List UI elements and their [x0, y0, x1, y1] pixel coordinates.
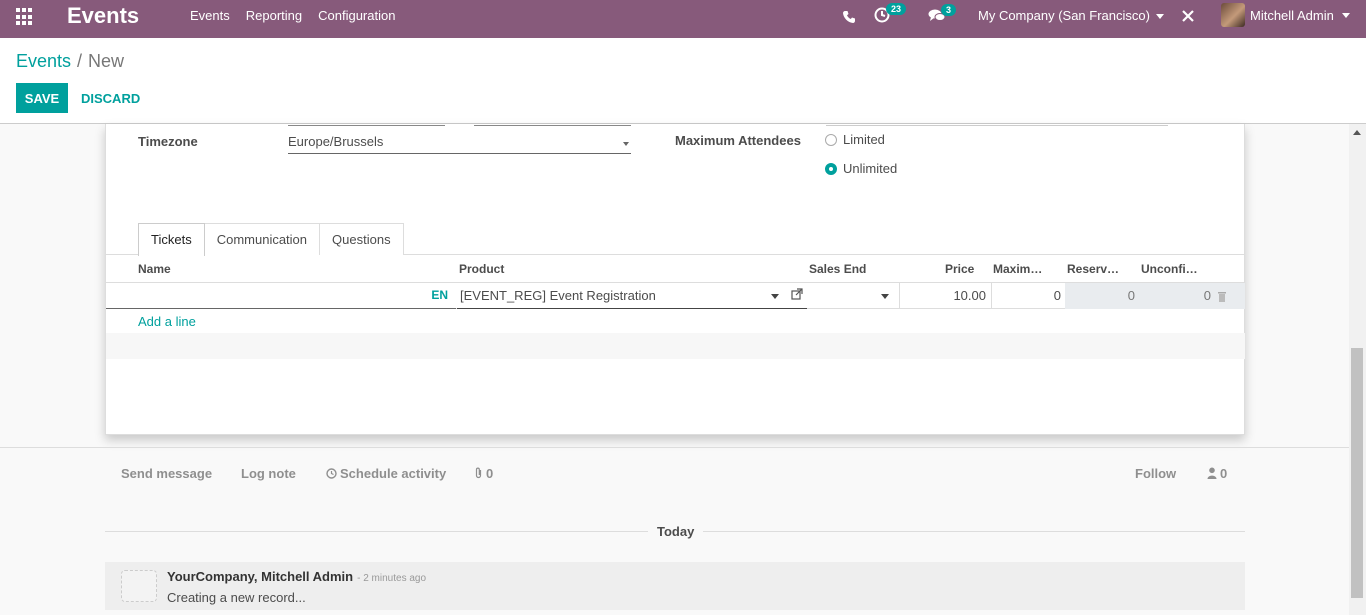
save-button[interactable]: SAVE [16, 83, 68, 113]
company-name: My Company (San Francisco) [978, 8, 1150, 23]
followers-button[interactable]: 0 [1207, 466, 1227, 482]
product-cell[interactable]: [EVENT_REG] Event Registration [457, 283, 807, 309]
timezone-select[interactable]: Europe/Brussels [288, 130, 631, 154]
attachments-button[interactable]: 0 [474, 466, 493, 482]
breadcrumb-events[interactable]: Events [16, 51, 71, 71]
follow-button[interactable]: Follow [1135, 466, 1176, 481]
schedule-activity-label: Schedule activity [340, 466, 447, 481]
message-author[interactable]: YourCompany, Mitchell Admin [167, 569, 353, 584]
scrollbar-thumb[interactable] [1351, 348, 1363, 598]
app-title[interactable]: Events [67, 3, 139, 29]
radio-limited[interactable]: Limited [825, 132, 885, 147]
chatter-divider [0, 447, 1366, 448]
col-unconfirmed[interactable]: Unconfi… [1141, 262, 1198, 276]
date-end-field[interactable] [474, 124, 631, 126]
message-body: Creating a new record... [167, 590, 306, 605]
maximum-cell[interactable]: 0 [991, 283, 1065, 309]
unconfirmed-value: 0 [1203, 288, 1211, 303]
add-line-link[interactable]: Add a line [138, 314, 196, 329]
attachments-count: 0 [486, 466, 494, 481]
scroll-up-arrow-icon[interactable] [1353, 130, 1361, 135]
chevron-down-icon[interactable] [881, 294, 889, 299]
date-divider-left [105, 531, 648, 532]
chatter-message: YourCompany, Mitchell Admin - 2 minutes a… [105, 562, 1245, 610]
unconfirmed-cell: 0 [1139, 283, 1245, 309]
author-avatar[interactable] [121, 570, 157, 602]
message-header: YourCompany, Mitchell Admin - 2 minutes a… [167, 569, 426, 584]
message-date: - 2 minutes ago [357, 573, 427, 584]
scrollbar[interactable] [1349, 124, 1366, 615]
apps-menu-icon[interactable] [16, 8, 34, 26]
user-icon [1207, 467, 1217, 482]
timezone-value: Europe/Brussels [288, 134, 384, 149]
date-divider-right [703, 531, 1245, 532]
price-value: 10.00 [953, 288, 986, 303]
breadcrumb-current: New [88, 51, 125, 71]
schedule-activity-button[interactable]: Schedule activity [326, 466, 446, 482]
paperclip-icon [474, 467, 483, 482]
user-menu[interactable]: Mitchell Admin [1221, 3, 1350, 27]
discard-button[interactable]: DISCARD [76, 83, 145, 113]
user-avatar [1221, 3, 1245, 27]
col-maximum[interactable]: Maxim… [993, 262, 1042, 276]
menu-configuration[interactable]: Configuration [318, 8, 395, 23]
phone-icon[interactable] [842, 10, 856, 24]
message-count-badge: 3 [940, 4, 956, 16]
radio-limited-label: Limited [843, 132, 885, 147]
send-message-button[interactable]: Send message [121, 466, 212, 481]
table-row[interactable]: EN [EVENT_REG] Event Registration 10.00 … [106, 283, 1245, 309]
notebook-tabs: Tickets Communication Questions [138, 223, 404, 256]
radio-circle-checked [825, 162, 837, 175]
log-note-button[interactable]: Log note [241, 466, 296, 481]
clock-icon [326, 467, 337, 482]
date-begin-field[interactable] [288, 124, 445, 126]
chevron-down-icon [623, 142, 629, 146]
sales-end-cell[interactable] [809, 283, 897, 309]
menu-reporting[interactable]: Reporting [246, 8, 302, 23]
radio-circle [825, 133, 837, 146]
radio-unlimited[interactable]: Unlimited [825, 161, 897, 176]
name-cell[interactable]: EN [106, 283, 456, 309]
debug-tools-icon[interactable] [1181, 9, 1195, 23]
form-sheet: Timezone Europe/Brussels Maximum Attende… [105, 124, 1245, 435]
company-switcher[interactable]: My Company (San Francisco) [978, 8, 1164, 23]
breadcrumb-separator: / [77, 51, 83, 71]
main-menu: Events Reporting Configuration [190, 8, 411, 23]
date-separator: Today [657, 524, 695, 539]
external-link-icon[interactable] [791, 288, 803, 303]
max-attendees-label: Maximum Attendees [675, 133, 801, 148]
tab-questions[interactable]: Questions [319, 223, 404, 255]
breadcrumb: Events / New [16, 51, 124, 72]
price-cell[interactable]: 10.00 [899, 283, 991, 309]
col-name[interactable]: Name [138, 262, 171, 276]
col-price[interactable]: Price [945, 262, 974, 276]
col-product[interactable]: Product [459, 262, 504, 276]
user-name: Mitchell Admin [1250, 7, 1334, 23]
chevron-down-icon [1341, 12, 1350, 18]
activity-count-badge: 23 [885, 3, 906, 15]
tab-tickets[interactable]: Tickets [138, 223, 205, 256]
radio-unlimited-label: Unlimited [843, 161, 898, 176]
product-value: [EVENT_REG] Event Registration [460, 288, 656, 303]
chevron-down-icon[interactable] [771, 294, 779, 299]
reserved-value: 0 [1127, 288, 1135, 303]
tab-communication[interactable]: Communication [203, 223, 321, 255]
top-navbar: Events Events Reporting Configuration 23… [0, 0, 1366, 38]
timezone-label: Timezone [138, 134, 198, 149]
activity-icon[interactable]: 23 [874, 3, 906, 23]
trash-icon[interactable] [1217, 290, 1227, 305]
tickets-table-header: Name Product Sales End Price Maxim… Rese… [106, 255, 1245, 283]
maximum-value: 0 [1053, 288, 1061, 303]
menu-events[interactable]: Events [190, 8, 230, 23]
empty-row [106, 333, 1245, 359]
col-sales-end[interactable]: Sales End [809, 262, 866, 276]
col-reserved[interactable]: Reserv… [1067, 262, 1119, 276]
seats-field[interactable] [826, 124, 1168, 126]
followers-count: 0 [1220, 466, 1228, 481]
reserved-cell: 0 [1065, 283, 1139, 309]
language-button[interactable]: EN [431, 288, 448, 302]
messages-icon[interactable]: 3 [928, 4, 956, 24]
chevron-down-icon [1155, 14, 1164, 20]
control-panel: Events / New SAVE DISCARD [0, 38, 1366, 124]
